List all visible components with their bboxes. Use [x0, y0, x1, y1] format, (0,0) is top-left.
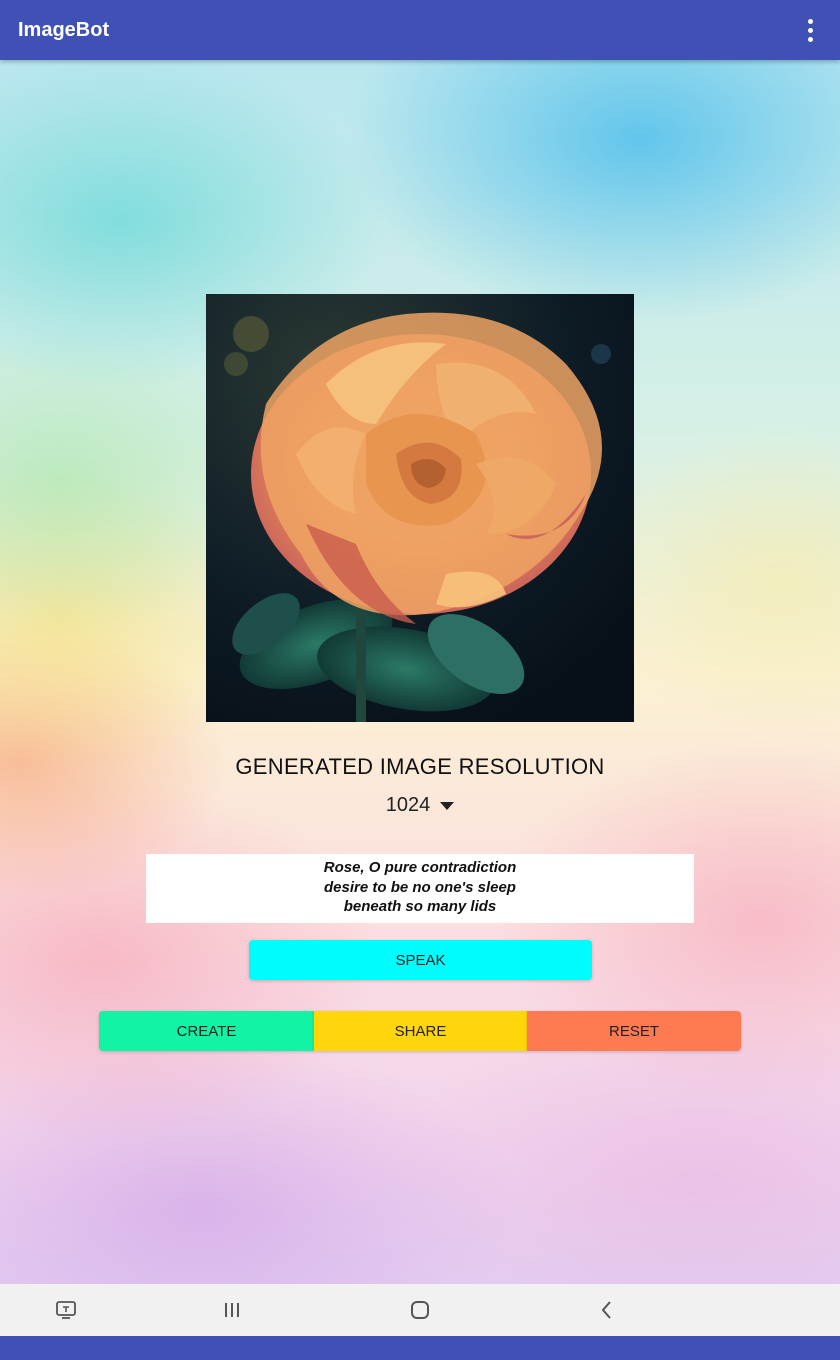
- app-title: ImageBot: [18, 18, 110, 41]
- prompt-line: Rose, O pure contradiction: [323, 859, 517, 876]
- dropdown-arrow-icon: [440, 802, 455, 810]
- prompt-text-field[interactable]: Rose, O pure contradiction desire to be …: [146, 854, 694, 923]
- generated-image: [206, 294, 634, 722]
- prompt-line: desire to be no one's sleep: [324, 878, 516, 896]
- keyboard-icon[interactable]: [54, 1298, 78, 1322]
- create-button[interactable]: CREATE: [99, 1011, 314, 1051]
- resolution-value: 1024: [385, 793, 431, 816]
- share-button[interactable]: SHARE: [314, 1011, 527, 1051]
- prompt-line: beneath so many lids: [343, 898, 497, 915]
- reset-button[interactable]: RESET: [527, 1011, 741, 1051]
- system-nav-bar: [0, 1284, 840, 1336]
- speak-button[interactable]: SPEAK: [249, 940, 592, 980]
- resolution-label: GENERATED IMAGE RESOLUTION: [235, 754, 605, 779]
- back-icon[interactable]: [595, 1298, 619, 1322]
- bottom-strip: [0, 1336, 840, 1360]
- home-icon[interactable]: [408, 1298, 432, 1322]
- recents-icon[interactable]: [220, 1298, 244, 1322]
- main-content: GENERATED IMAGE RESOLUTION 1024 Rose, O …: [0, 60, 840, 1284]
- more-vert-icon[interactable]: [798, 15, 822, 45]
- app-bar: ImageBot: [0, 0, 840, 60]
- resolution-dropdown[interactable]: 1024: [370, 790, 470, 820]
